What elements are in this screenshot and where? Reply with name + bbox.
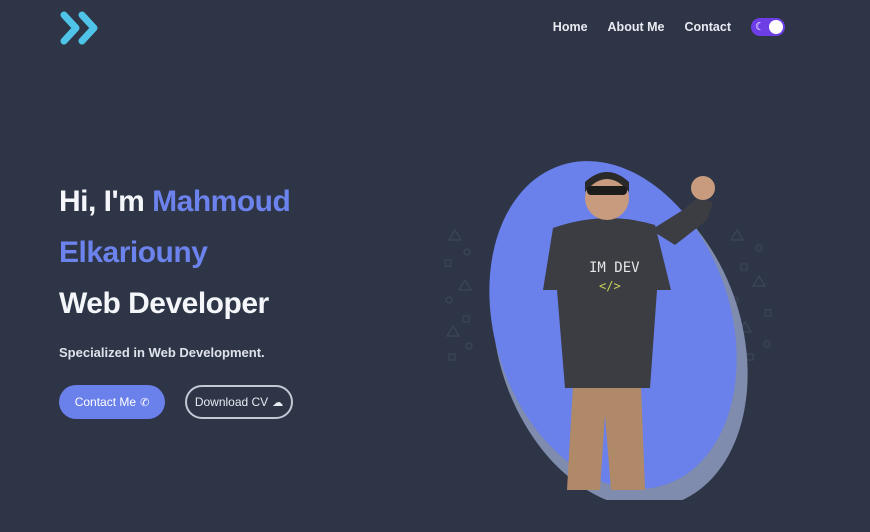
nav-contact-link[interactable]: Contact <box>684 20 731 34</box>
hero-intro: Hi, I'm Mahmoud Elkariouny Web Developer S… <box>59 176 389 360</box>
theme-toggle[interactable]: ☾ <box>751 18 785 36</box>
main-nav: Home About Me Contact ☾ <box>533 18 785 36</box>
hero-name-last: Elkariouny <box>59 236 208 269</box>
hero-greeting: Hi, I'm <box>59 185 153 218</box>
hero-name-first: Mahmoud <box>152 185 291 218</box>
nav-about-link[interactable]: About Me <box>608 20 665 34</box>
download-cv-button[interactable]: Download CV ☁ <box>185 385 293 419</box>
download-cv-label: Download CV <box>194 395 269 409</box>
phone-icon: ✆ <box>140 396 150 409</box>
hero-heading: Hi, I'm Mahmoud Elkariouny Web Developer <box>59 176 389 329</box>
nav-home-link[interactable]: Home <box>553 20 588 34</box>
svg-text:IM DEV: IM DEV <box>589 260 640 276</box>
download-cloud-icon: ☁ <box>272 396 284 409</box>
logo-double-chevron-icon[interactable] <box>58 9 104 49</box>
contact-me-label: Contact Me <box>74 395 137 409</box>
toggle-knob <box>769 20 783 34</box>
svg-text:</>: </> <box>599 279 621 293</box>
hero-role: Web Developer <box>59 287 269 320</box>
contact-me-button[interactable]: Contact Me ✆ <box>59 385 165 419</box>
hero-buttons: Contact Me ✆ Download CV ☁ <box>59 385 293 419</box>
decorative-pattern-left <box>444 228 473 361</box>
hero-illustration: IM DEV </> <box>444 161 772 500</box>
hero-subtitle: Specialized in Web Development. <box>59 345 265 360</box>
moon-icon: ☾ <box>755 21 765 33</box>
